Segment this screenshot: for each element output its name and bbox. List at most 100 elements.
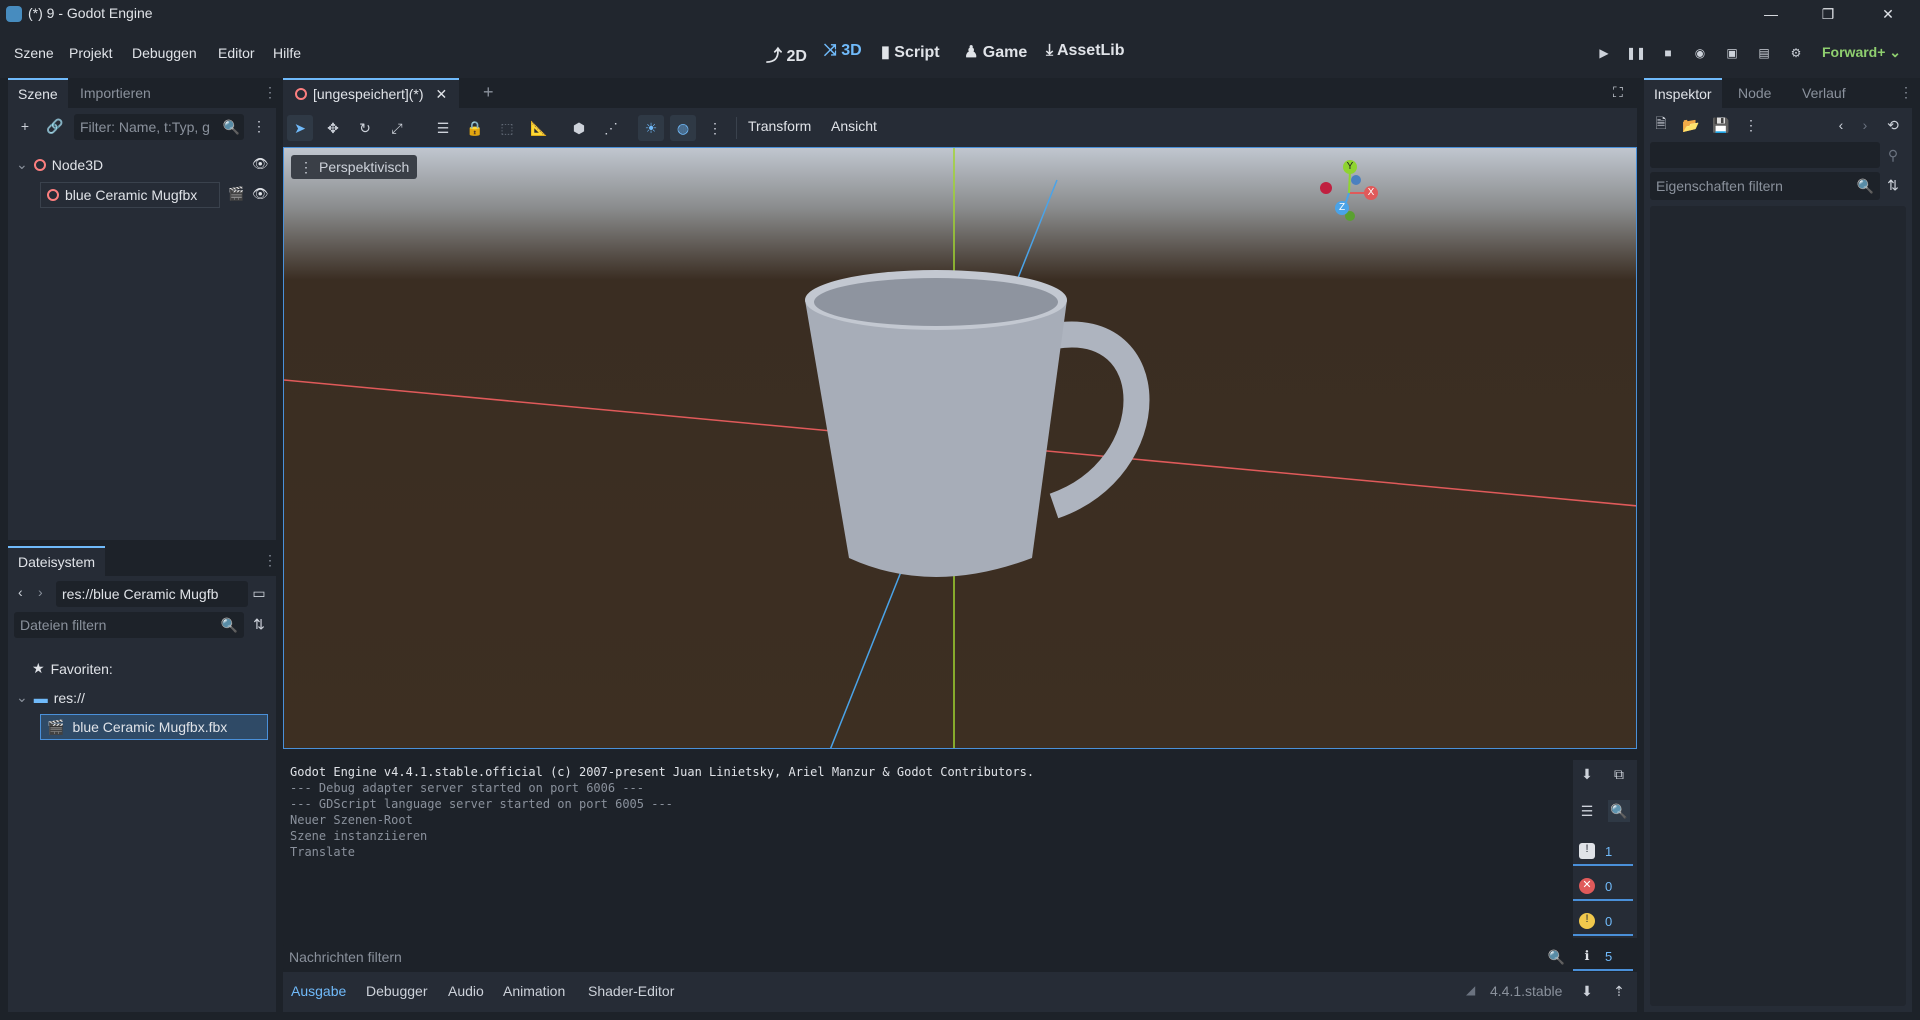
mode-2d-button[interactable]: ⤴ 2D <box>766 42 807 66</box>
mode-script-button[interactable]: ▮ Script <box>881 42 940 62</box>
pin-panel-icon[interactable]: ⬇ <box>1576 980 1598 1002</box>
view-gizmo[interactable]: X Y Z <box>1314 158 1384 228</box>
gizmo-z-label[interactable]: Z <box>1335 201 1349 215</box>
pause-icon[interactable]: ❚❚ <box>1626 43 1646 63</box>
forward-chevron-icon[interactable]: › <box>38 584 43 600</box>
tab-inspektor[interactable]: Inspektor <box>1644 78 1722 108</box>
play-scene-icon[interactable]: ▣ <box>1722 43 1742 63</box>
visibility-eye-icon[interactable]: 👁 <box>252 156 269 172</box>
object-help-icon[interactable]: ⚲ <box>1882 144 1904 166</box>
menu-editor[interactable]: Editor <box>218 45 255 61</box>
save-icon[interactable]: 💾 <box>1710 114 1732 136</box>
menu-projekt[interactable]: Projekt <box>69 45 113 61</box>
ruler-icon[interactable]: 📐 <box>526 115 552 141</box>
warnings-counter[interactable]: ! 0 <box>1573 908 1633 936</box>
property-filter-input[interactable]: Eigenschaften filtern 🔍 <box>1650 172 1880 200</box>
play-icon[interactable]: ▶ <box>1594 43 1614 63</box>
add-node-icon[interactable]: + <box>14 115 36 137</box>
open-scene-clapper-icon[interactable]: 🎬 <box>228 186 244 202</box>
object-path-field[interactable] <box>1650 142 1880 168</box>
tab-verlauf[interactable]: Verlauf <box>1792 78 1856 108</box>
tab-shader-editor[interactable]: Shader-Editor <box>588 983 674 999</box>
clear-output-icon[interactable]: ⬇ <box>1576 763 1598 785</box>
open-folder-icon[interactable]: 📂 <box>1680 114 1702 136</box>
3d-viewport[interactable]: ⋮ Perspektivisch X Y Z <box>283 147 1637 749</box>
property-list[interactable] <box>1650 206 1906 1006</box>
minimize-button[interactable]: — <box>1751 0 1791 28</box>
search-output-icon[interactable]: 🔍 <box>1608 800 1630 822</box>
tree-item-mug[interactable]: blue Ceramic Mugfbx <box>40 182 220 208</box>
path-field[interactable]: res://blue Ceramic Mugfb <box>56 581 248 607</box>
dock-menu-icon[interactable]: ⋮ <box>263 84 277 101</box>
tab-animation[interactable]: Animation <box>503 983 565 999</box>
file-item-mug-fbx[interactable]: 🎬 blue Ceramic Mugfbx.fbx <box>40 714 268 740</box>
mode-3d-button[interactable]: ⤨ 3D <box>824 42 862 60</box>
tab-importieren[interactable]: Importieren <box>70 78 161 108</box>
local-space-icon[interactable]: ⬢ <box>566 115 592 141</box>
perspective-menu[interactable]: ⋮ Perspektivisch <box>291 155 418 179</box>
tab-scene-unsaved[interactable]: [ungespeichert](*) ✕ <box>283 78 460 108</box>
close-window-button[interactable]: ✕ <box>1868 0 1908 28</box>
favorites-item[interactable]: ★ Favoriten: <box>32 660 113 677</box>
errors-counter[interactable]: ✕ 0 <box>1573 873 1633 901</box>
tab-szene[interactable]: Szene <box>8 78 68 108</box>
fullscreen-icon[interactable]: ⛶ <box>1613 84 1623 101</box>
menu-hilfe[interactable]: Hilfe <box>273 45 301 61</box>
menu-ansicht[interactable]: Ansicht <box>831 118 877 134</box>
group-icon[interactable]: ⬚ <box>494 115 520 141</box>
tab-ausgabe[interactable]: Ausgabe <box>291 983 346 999</box>
gizmo-x-label[interactable]: X <box>1364 186 1378 200</box>
select-tool-icon[interactable]: ➤ <box>287 115 313 141</box>
expand-panel-icon[interactable]: ⇡ <box>1608 980 1630 1002</box>
sun-preview-icon[interactable]: ☀ <box>638 115 664 141</box>
dock-menu-icon[interactable]: ⋮ <box>263 552 277 569</box>
move-tool-icon[interactable]: ✥ <box>320 115 346 141</box>
info-counter[interactable]: ℹ 5 <box>1573 943 1633 971</box>
movie-maker-icon[interactable]: ⚙ <box>1786 43 1806 63</box>
message-filter-input[interactable]: Nachrichten filtern 🔍 <box>283 943 1573 971</box>
history-icon[interactable]: ⟲ <box>1882 114 1904 136</box>
dock-menu-icon[interactable]: ⋮ <box>1899 84 1913 101</box>
tab-audio[interactable]: Audio <box>448 983 484 999</box>
snap-icon[interactable]: ⋰ <box>598 115 624 141</box>
scene-filter-input[interactable]: Filter: Name, t:Typ, g 🔍 <box>74 114 244 140</box>
mode-game-button[interactable]: ♟ Game <box>964 42 1027 62</box>
tab-node[interactable]: Node <box>1728 78 1781 108</box>
remote-debug-icon[interactable]: ◉ <box>1690 43 1710 63</box>
rotate-tool-icon[interactable]: ↻ <box>352 115 378 141</box>
version-label[interactable]: 4.4.1.stable <box>1490 983 1562 999</box>
split-view-icon[interactable]: ▭ <box>248 582 270 604</box>
copy-output-icon[interactable]: ⧉ <box>1608 763 1630 785</box>
menu-szene[interactable]: Szene <box>14 45 54 61</box>
list-select-icon[interactable]: ☰ <box>430 115 456 141</box>
preview-options-icon[interactable]: ⋮ <box>702 115 728 141</box>
messages-counter[interactable]: ! 1 <box>1573 838 1633 866</box>
lock-icon[interactable]: 🔒 <box>462 115 488 141</box>
tree-item-node3d[interactable]: ⌄ Node3D <box>16 156 103 173</box>
close-tab-icon[interactable]: ✕ <box>436 86 448 103</box>
menu-debuggen[interactable]: Debuggen <box>132 45 197 61</box>
stop-icon[interactable]: ■ <box>1658 43 1678 63</box>
history-forward-icon[interactable]: › <box>1854 114 1876 136</box>
link-icon[interactable]: 🔗 <box>44 115 66 137</box>
new-resource-icon[interactable]: 🗎 <box>1650 114 1672 136</box>
environment-preview-icon[interactable]: ◍ <box>670 115 696 141</box>
back-chevron-icon[interactable]: ‹ <box>18 584 23 600</box>
add-tab-icon[interactable]: + <box>483 82 494 103</box>
res-folder-item[interactable]: ⌄ ▬ res:// <box>16 689 85 706</box>
maximize-button[interactable]: ❐ <box>1808 0 1848 28</box>
play-custom-scene-icon[interactable]: ▤ <box>1754 43 1774 63</box>
inspector-options-icon[interactable]: ⋮ <box>1740 114 1762 136</box>
scene-options-icon[interactable]: ⋮ <box>248 115 270 137</box>
visibility-eye-icon[interactable]: 👁 <box>252 186 269 202</box>
scale-tool-icon[interactable]: ⤢ <box>384 115 410 141</box>
mode-assetlib-button[interactable]: ⤓ AssetLib <box>1046 42 1125 60</box>
sort-icon[interactable]: ⇅ <box>248 613 270 635</box>
tab-dateisystem[interactable]: Dateisystem <box>8 546 106 576</box>
menu-transform[interactable]: Transform <box>748 118 811 134</box>
renderer-select[interactable]: Forward+ ⌄ <box>1822 44 1901 61</box>
tab-debugger[interactable]: Debugger <box>366 983 428 999</box>
output-log[interactable]: Godot Engine v4.4.1.stable.official (c) … <box>283 760 1573 938</box>
collapse-output-icon[interactable]: ☰ <box>1576 800 1598 822</box>
property-sort-icon[interactable]: ⇅ <box>1882 174 1904 196</box>
